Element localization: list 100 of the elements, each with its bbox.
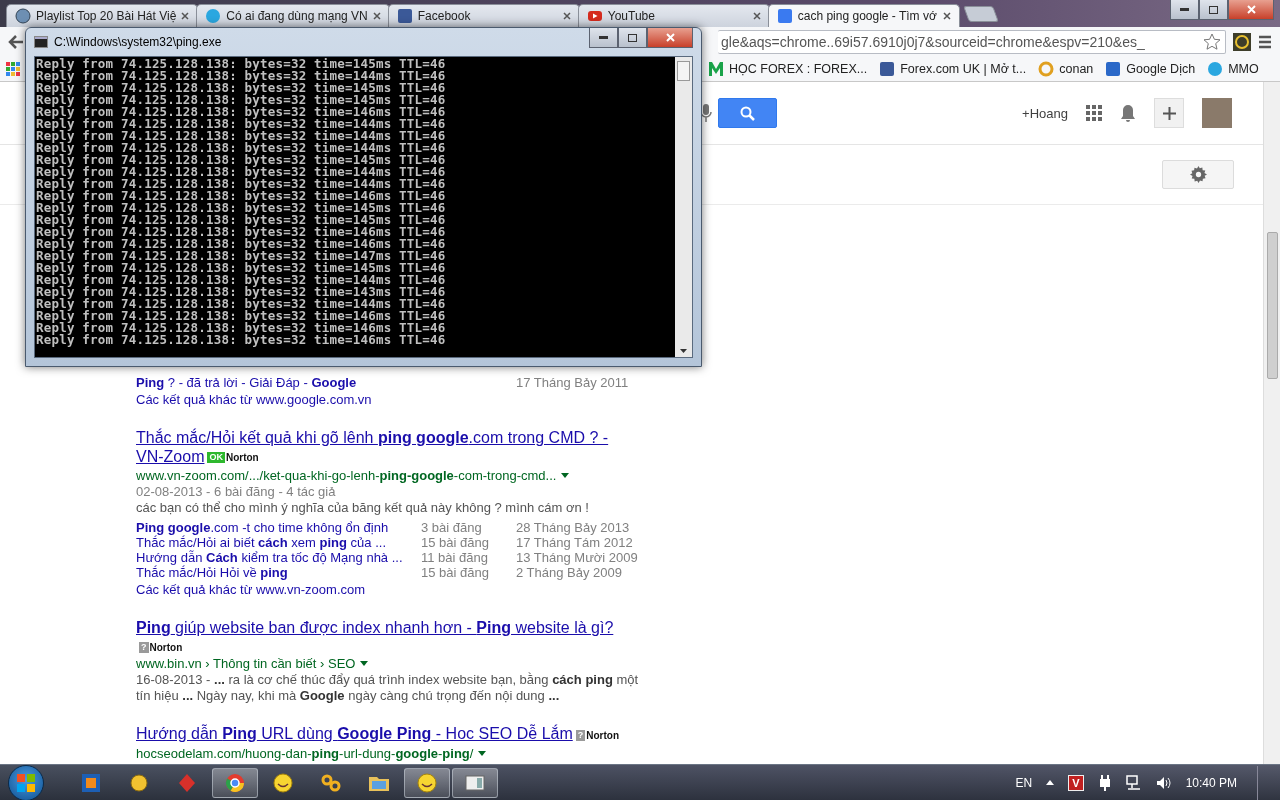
settings-button[interactable] <box>1162 160 1234 189</box>
close-button[interactable] <box>1228 0 1274 20</box>
post-date: 28 Tháng Bảy 2013 <box>516 520 631 536</box>
microphone-icon[interactable] <box>700 104 712 122</box>
disc-icon <box>15 8 31 24</box>
sitelink[interactable]: Ping ? - đã trả lời - Giải Đáp - Google <box>136 375 516 390</box>
console-output-line: Reply from 74.125.128.138: bytes=32 time=144ms TTL=46 <box>36 178 447 190</box>
close-icon[interactable] <box>752 12 761 20</box>
sitelink[interactable]: Thắc mắc/Hỏi ai biết cách xem ping của ... <box>136 535 421 551</box>
settings-icon <box>1189 166 1207 183</box>
maximize-icon <box>1209 5 1218 14</box>
square-site-icon <box>879 61 896 77</box>
round-site-icon <box>1207 61 1224 77</box>
start-button[interactable] <box>8 764 44 800</box>
badge-mark: ? <box>139 641 149 653</box>
browser-tab[interactable]: Có ai đang dùng mạng VN <box>196 4 390 27</box>
console-output-line: Reply from 74.125.128.138: bytes=32 time=146ms TTL=46 <box>36 238 447 250</box>
share-button[interactable] <box>1154 98 1184 128</box>
result-title-link[interactable]: Hướng dẫn Ping URL dùng Google Ping - Hoc SEO Dễ Lắm ? Norton <box>136 724 631 745</box>
dropdown-caret-icon[interactable] <box>561 473 570 479</box>
browser-tab[interactable]: YouTube <box>577 4 770 27</box>
maximize-button[interactable] <box>1199 0 1228 20</box>
app-icon <box>271 770 295 795</box>
scroll-thumb[interactable] <box>1266 232 1278 379</box>
badge-mark: OK <box>207 452 225 464</box>
dropdown-caret-icon[interactable] <box>478 750 487 756</box>
close-icon[interactable] <box>181 12 190 20</box>
network-icon[interactable] <box>1125 774 1142 791</box>
play-icon <box>586 8 603 24</box>
back-arrow-icon[interactable] <box>8 35 24 49</box>
bookmark-link[interactable]: Google Dịch <box>1105 61 1196 77</box>
browser-tab[interactable]: cach ping google - Tìm vớ <box>767 4 960 27</box>
bookmark-link[interactable]: HỌC FOREX : FOREX... <box>708 61 868 77</box>
post-date: 17 Tháng Tám 2012 <box>516 535 634 551</box>
address-field[interactable]: gle&aqs=chrome..69i57.6910j0j7&sourceid=chrome&espv=210&es_ <box>718 30 1226 54</box>
post-date: 17 Tháng Bảy 2011 <box>516 375 630 390</box>
result-snippet: các bạn có thể cho mình ý nghĩa của băng kết quả này không ? mình cám ơn ! <box>136 500 590 517</box>
taskbar-button[interactable] <box>404 767 450 798</box>
taskbar-button[interactable] <box>452 767 498 798</box>
window-title: C:\Windows\system32\ping.exe <box>54 35 222 49</box>
taskbar-button[interactable] <box>212 767 258 798</box>
console-output-line: Reply from 74.125.128.138: bytes=32 time=144ms TTL=46 <box>36 298 447 310</box>
console-scrollbar[interactable] <box>675 57 692 357</box>
close-button[interactable] <box>647 28 693 48</box>
browser-tab[interactable]: Playlist Top 20 Bài Hát Việ <box>6 4 199 27</box>
minimize-button[interactable] <box>589 28 618 48</box>
apps-grid-icon[interactable] <box>1086 105 1102 121</box>
bookmark-link[interactable]: conan <box>1038 61 1094 77</box>
console-output-line: Reply from 74.125.128.138: bytes=32 time=145ms TTL=46 <box>36 82 447 94</box>
menu-icon[interactable] <box>1258 35 1272 49</box>
m-logo-icon <box>708 61 724 77</box>
console-output-line: Reply from 74.125.128.138: bytes=32 time=144ms TTL=46 <box>36 142 447 154</box>
sitelink[interactable]: Thắc mắc/Hỏi Hỏi về ping <box>136 565 421 581</box>
badge-label: Norton <box>149 641 183 653</box>
account-link[interactable]: +Hoang <box>1022 105 1068 121</box>
windows-logo-icon <box>17 773 35 792</box>
up-arrow-icon[interactable] <box>1046 780 1055 785</box>
clock-time[interactable]: 10:40 PM <box>1185 775 1237 790</box>
close-icon[interactable] <box>942 12 951 20</box>
more-results-link[interactable]: Các kết quả khác từ www.vn-zoom.com <box>136 582 366 598</box>
new-tab-button[interactable] <box>962 6 999 22</box>
bookmark-link[interactable]: Forex.com UK | Mở t... <box>879 61 1027 77</box>
more-results-link[interactable]: Các kết quả khác từ www.google.com.vn <box>136 392 372 407</box>
sitelink[interactable]: Hướng dẫn Cách kiểm tra tốc độ Mạng nhà ... <box>136 550 421 566</box>
console-output-line: Reply from 74.125.128.138: bytes=32 time=144ms TTL=46 <box>36 118 447 130</box>
console-output-line: Reply from 74.125.128.138: bytes=32 time=145ms TTL=46 <box>36 262 447 274</box>
console-output-line: Reply from 74.125.128.138: bytes=32 time=146ms TTL=46 <box>36 322 447 334</box>
apps-grid-icon[interactable] <box>6 62 20 76</box>
result-title-link[interactable]: Thắc mắc/Hỏi kết quả khi gõ lênh ping google.com trong CMD ? - VN-Zoom OK Norton <box>136 428 631 468</box>
result-url: www.bin.vn › Thông tin cần biết › SEO <box>136 655 356 673</box>
tray-app-icon[interactable]: V <box>1068 774 1084 791</box>
post-count: 11 bài đăng <box>421 550 489 566</box>
square-site-icon <box>776 8 793 24</box>
bookmark-link[interactable]: MMO <box>1207 61 1259 77</box>
page-scrollbar[interactable] <box>1263 82 1280 764</box>
volume-icon[interactable] <box>1155 775 1172 790</box>
square-site-icon <box>1105 61 1122 77</box>
maximize-button[interactable] <box>618 28 647 48</box>
post-date: 13 Tháng Mười 2009 <box>516 550 639 566</box>
bell-icon[interactable] <box>1120 103 1136 123</box>
star-icon[interactable] <box>1203 33 1221 51</box>
minimize-icon <box>599 36 608 39</box>
search-icon <box>740 105 755 121</box>
language-indicator[interactable]: EN <box>1015 775 1033 790</box>
console-output-line: Reply from 74.125.128.138: bytes=32 time=146ms TTL=46 <box>36 310 447 322</box>
search-button[interactable] <box>718 98 777 128</box>
scroll-thumb[interactable] <box>677 61 690 81</box>
dropdown-caret-icon[interactable] <box>360 661 369 667</box>
console-output-line: Reply from 74.125.128.138: bytes=32 time=144ms TTL=46 <box>36 70 447 82</box>
scroll-down-arrow-icon[interactable] <box>680 349 687 353</box>
power-plug-icon[interactable] <box>1097 774 1112 791</box>
result-title-link[interactable]: Ping giúp website ban được index nhanh hơn - Ping website là gì? <box>136 618 631 638</box>
browser-tab[interactable]: Facebook <box>387 4 580 27</box>
close-icon[interactable] <box>372 12 381 20</box>
ring-icon <box>1038 61 1055 77</box>
square-site-icon <box>396 8 413 24</box>
sitelink[interactable]: Ping google.com -t cho time không ổn định <box>136 520 421 536</box>
close-icon[interactable] <box>562 12 571 20</box>
extension-icon[interactable] <box>1232 32 1252 52</box>
minimize-button[interactable] <box>1170 0 1199 20</box>
